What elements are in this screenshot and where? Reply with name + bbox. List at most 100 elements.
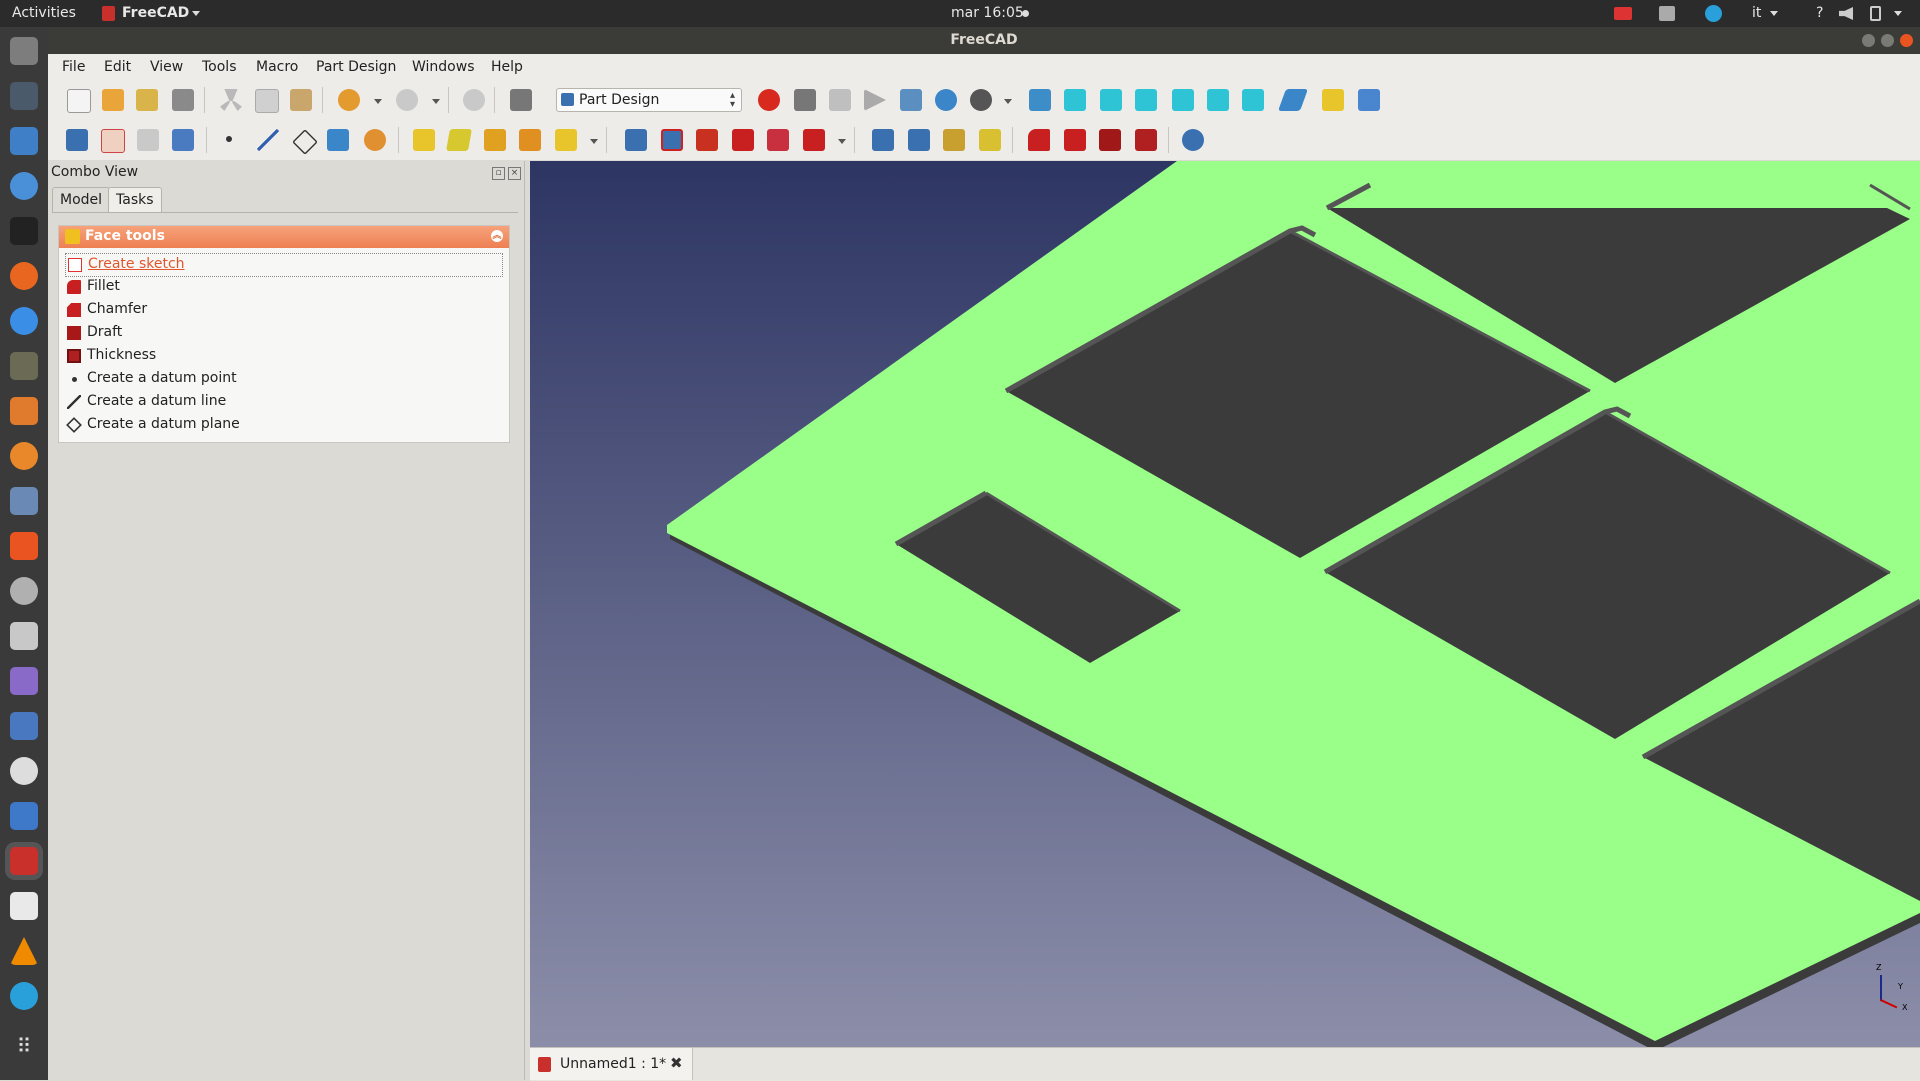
eye-icon[interactable] bbox=[10, 757, 38, 785]
task-create-sketch[interactable]: Create sketch bbox=[65, 253, 503, 277]
local-cs-icon[interactable] bbox=[327, 129, 349, 151]
datum-line-icon[interactable] bbox=[257, 129, 279, 151]
macro-record-icon[interactable] bbox=[758, 89, 780, 111]
front-view-icon[interactable] bbox=[1064, 89, 1086, 111]
clone-icon[interactable] bbox=[364, 129, 386, 151]
float-panel-icon[interactable]: ▫ bbox=[492, 167, 505, 180]
save-icon[interactable] bbox=[136, 89, 158, 111]
macro-stop-icon[interactable] bbox=[794, 89, 816, 111]
linear-pattern-icon[interactable] bbox=[908, 129, 930, 151]
hole-icon[interactable] bbox=[661, 129, 683, 151]
isometric-view-icon[interactable] bbox=[1029, 89, 1051, 111]
battery-icon[interactable] bbox=[1870, 6, 1881, 21]
menu-help[interactable]: Help bbox=[491, 59, 523, 75]
settings-tool-icon[interactable] bbox=[10, 577, 38, 605]
subtractive-loft-icon[interactable] bbox=[732, 129, 754, 151]
create-group-icon[interactable] bbox=[1358, 89, 1380, 111]
right-view-icon[interactable] bbox=[1135, 89, 1157, 111]
menu-windows[interactable]: Windows bbox=[412, 59, 475, 75]
telegram-tray-icon[interactable] bbox=[1705, 5, 1722, 22]
model-top-face[interactable] bbox=[667, 161, 1920, 1041]
screen-record-icon[interactable] bbox=[1614, 7, 1632, 20]
datum-plane-icon[interactable] bbox=[292, 129, 318, 155]
datum-point-icon[interactable] bbox=[226, 136, 232, 142]
measure-distance-icon[interactable] bbox=[1277, 89, 1309, 111]
freecad-dock-icon[interactable] bbox=[10, 847, 38, 875]
chamfer-icon[interactable] bbox=[1064, 129, 1086, 151]
create-part-icon[interactable] bbox=[1322, 89, 1344, 111]
activities-button[interactable]: Activities bbox=[12, 5, 76, 21]
left-view-icon[interactable] bbox=[1242, 89, 1264, 111]
notes-icon[interactable] bbox=[10, 892, 38, 920]
boolean-icon[interactable] bbox=[1182, 129, 1204, 151]
camera-icon[interactable] bbox=[10, 622, 38, 650]
multi-transform-icon[interactable] bbox=[979, 129, 1001, 151]
fit-selection-icon[interactable] bbox=[935, 89, 957, 111]
additive-pipe-icon[interactable] bbox=[519, 129, 541, 151]
new-document-icon[interactable] bbox=[67, 89, 91, 113]
collapse-icon[interactable]: ︽ bbox=[491, 230, 503, 242]
close-panel-icon[interactable]: × bbox=[508, 167, 521, 180]
show-apps-icon[interactable]: ⠿ bbox=[10, 1032, 38, 1060]
clipboard-icon[interactable] bbox=[1659, 6, 1675, 21]
document-tab[interactable]: Unnamed1 : 1* ✖ bbox=[530, 1048, 693, 1080]
menu-macro[interactable]: Macro bbox=[256, 59, 298, 75]
workbench-selector[interactable]: Part Design ▴ ▾ bbox=[556, 88, 742, 112]
terminal-icon[interactable] bbox=[10, 217, 38, 245]
refresh-icon[interactable] bbox=[463, 89, 485, 111]
blender-icon[interactable] bbox=[10, 442, 38, 470]
create-body-icon[interactable] bbox=[66, 129, 88, 151]
fillet-icon[interactable] bbox=[1028, 129, 1050, 151]
shape-binder-icon[interactable] bbox=[172, 129, 194, 151]
pad-icon[interactable] bbox=[413, 129, 435, 151]
subtractive-pipe-icon[interactable] bbox=[767, 129, 789, 151]
close-tab-icon[interactable]: ✖ bbox=[670, 1054, 683, 1072]
macro-run-icon[interactable] bbox=[864, 89, 886, 111]
draw-style-dropdown-icon[interactable] bbox=[1004, 99, 1012, 104]
polar-pattern-icon[interactable] bbox=[943, 129, 965, 151]
inkscape-icon[interactable] bbox=[10, 82, 38, 110]
face-tools-header[interactable]: Face tools ︽ bbox=[59, 226, 509, 248]
language-indicator[interactable]: it bbox=[1752, 5, 1761, 21]
print-icon[interactable] bbox=[172, 89, 194, 111]
video-editor-icon[interactable] bbox=[10, 667, 38, 695]
thickness-icon[interactable] bbox=[1135, 129, 1157, 151]
task-chamfer[interactable]: Chamfer bbox=[65, 299, 501, 321]
redo-icon[interactable] bbox=[396, 89, 418, 111]
menu-edit[interactable]: Edit bbox=[104, 59, 131, 75]
fit-all-icon[interactable] bbox=[900, 89, 922, 111]
volume-icon[interactable] bbox=[1839, 7, 1853, 20]
additive-primitive-icon[interactable] bbox=[555, 129, 577, 151]
app-menu-button[interactable]: FreeCAD bbox=[122, 5, 189, 21]
task-draft[interactable]: Draft bbox=[65, 322, 501, 344]
additive-primitive-dropdown-icon[interactable] bbox=[590, 139, 598, 144]
compass-icon[interactable] bbox=[10, 307, 38, 335]
telegram-icon[interactable] bbox=[10, 982, 38, 1010]
system-tool-icon[interactable] bbox=[10, 487, 38, 515]
clock[interactable]: mar 16:05 bbox=[951, 5, 1024, 21]
redo-dropdown-icon[interactable] bbox=[432, 99, 440, 104]
rear-view-icon[interactable] bbox=[1172, 89, 1194, 111]
close-button[interactable] bbox=[1900, 34, 1913, 47]
menu-file[interactable]: File bbox=[62, 59, 85, 75]
bottom-view-icon[interactable] bbox=[1207, 89, 1229, 111]
macro-edit-icon[interactable] bbox=[829, 89, 851, 111]
transfer-icon[interactable] bbox=[10, 712, 38, 740]
groove-icon[interactable] bbox=[696, 129, 718, 151]
paste-icon[interactable] bbox=[290, 89, 312, 111]
undo-dropdown-icon[interactable] bbox=[374, 99, 382, 104]
mirrored-icon[interactable] bbox=[872, 129, 894, 151]
tab-model[interactable]: Model bbox=[52, 187, 111, 212]
chromium-icon[interactable] bbox=[10, 172, 38, 200]
software-center-icon[interactable] bbox=[10, 532, 38, 560]
menu-part-design[interactable]: Part Design bbox=[316, 59, 396, 75]
copy-icon[interactable] bbox=[255, 89, 279, 113]
firefox-icon[interactable] bbox=[10, 262, 38, 290]
draft-icon[interactable] bbox=[1099, 129, 1121, 151]
attach-sketch-icon[interactable] bbox=[137, 129, 159, 151]
subtractive-primitive-icon[interactable] bbox=[803, 129, 825, 151]
files-icon[interactable] bbox=[10, 37, 38, 65]
pocket-icon[interactable] bbox=[625, 129, 647, 151]
tab-tasks[interactable]: Tasks bbox=[108, 187, 162, 212]
top-view-icon[interactable] bbox=[1100, 89, 1122, 111]
